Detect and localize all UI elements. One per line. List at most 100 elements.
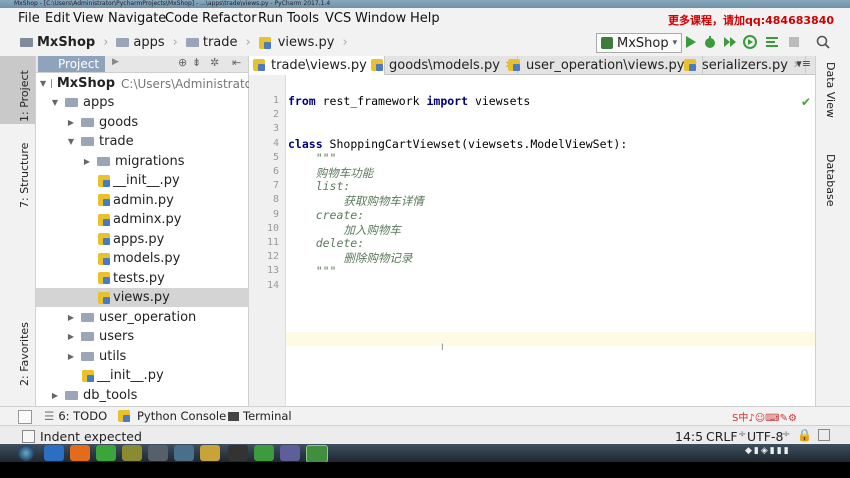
- tree-item[interactable]: ▶ utils: [36, 347, 278, 366]
- right-tool-strip: Data View Database: [815, 56, 850, 406]
- ime-toolbar-icon[interactable]: S中♪☺⌨✎⚙: [732, 409, 797, 424]
- project-tool-tab[interactable]: 1: Project: [18, 70, 31, 122]
- menu-view[interactable]: View: [73, 11, 104, 26]
- stop-icon[interactable]: [786, 34, 802, 50]
- menu-bar: File Edit View Navigate Code Refactor Ru…: [0, 8, 850, 30]
- event-log-icon[interactable]: [818, 429, 830, 441]
- start-button-icon[interactable]: [18, 445, 34, 461]
- collapse-icon[interactable]: ⇟: [192, 56, 201, 69]
- menu-window[interactable]: Window: [355, 11, 406, 26]
- menu-vcs[interactable]: VCS: [325, 11, 351, 26]
- data-view-tool-tab[interactable]: Data View: [824, 62, 837, 118]
- app-icon[interactable]: [280, 445, 300, 461]
- file-encoding[interactable]: UTF-8: [747, 429, 783, 444]
- expand-arrow-icon[interactable]: ▼: [50, 98, 60, 107]
- line-number: 7: [272, 180, 279, 192]
- menu-file[interactable]: File: [18, 11, 40, 26]
- folder-icon[interactable]: [200, 445, 220, 461]
- chrome-icon[interactable]: [96, 445, 116, 461]
- sync-icon[interactable]: ⊕: [178, 56, 187, 69]
- breadcrumb-project[interactable]: MxShop: [37, 35, 95, 50]
- tree-item[interactable]: ▶ user_operation: [36, 308, 278, 327]
- run-icon[interactable]: [682, 34, 698, 50]
- menu-tools[interactable]: Tools: [287, 11, 319, 26]
- chevron-right-icon: ›: [172, 35, 178, 50]
- expand-arrow-icon[interactable]: ▶: [82, 157, 92, 166]
- structure-tool-tab[interactable]: 7: Structure: [18, 143, 31, 208]
- editor-pane: trade\views.py ✕ goods\models.py ✕ user_…: [249, 56, 815, 406]
- terminal-tab[interactable]: Terminal: [228, 409, 292, 423]
- editor-tabs: trade\views.py ✕ goods\models.py ✕ user_…: [249, 56, 815, 76]
- profile-icon[interactable]: [742, 34, 758, 50]
- expand-arrow-icon[interactable]: ▶: [66, 332, 76, 341]
- app-icon[interactable]: [254, 445, 274, 461]
- editor-tab-serializers[interactable]: serializers.py ✕: [680, 56, 807, 74]
- tree-item[interactable]: ▶ users: [36, 327, 278, 346]
- app-icon[interactable]: [174, 445, 194, 461]
- tree-item[interactable]: ▶ db_tools: [36, 386, 262, 405]
- app-icon[interactable]: [148, 445, 168, 461]
- breadcrumb-trade[interactable]: trade: [203, 35, 238, 50]
- chevron-down-icon: ▾: [672, 38, 678, 48]
- python-file-icon: [98, 233, 110, 245]
- expand-arrow-icon[interactable]: ▶: [66, 352, 76, 361]
- app-icon[interactable]: [228, 445, 248, 461]
- menu-edit[interactable]: Edit: [45, 11, 70, 26]
- todo-tab[interactable]: ☰ 6: TODO: [44, 409, 107, 423]
- tree-root-name: MxShop: [56, 76, 116, 91]
- menu-refactor[interactable]: Refactor: [202, 11, 257, 26]
- menu-navigate[interactable]: Navigate: [108, 11, 166, 26]
- hide-icon[interactable]: ⇤: [232, 56, 241, 69]
- favorites-tool-tab[interactable]: 2: Favorites: [18, 322, 31, 386]
- code-line: from rest_framework import viewsets: [288, 94, 531, 108]
- tree-root[interactable]: ▼ MxShop C:\Users\Administrato: [36, 74, 252, 93]
- tree-item[interactable]: ▼ apps: [36, 93, 262, 112]
- toggle-tool-windows-icon[interactable]: [18, 410, 32, 424]
- line-number: 11: [266, 237, 279, 248]
- expand-arrow-icon[interactable]: ▶: [66, 118, 76, 127]
- app-icon[interactable]: [122, 445, 142, 461]
- pycharm-icon[interactable]: [306, 445, 328, 463]
- editor-tab-user-operation-views[interactable]: user_operation\views.py ✕: [504, 56, 703, 74]
- code-line: create:: [288, 207, 365, 222]
- tree-item-label: migrations: [115, 153, 185, 169]
- code-line: delete:: [288, 236, 365, 250]
- database-tool-tab[interactable]: Database: [824, 154, 837, 207]
- project-folder-icon: [20, 38, 33, 47]
- project-view-select[interactable]: Project: [38, 56, 106, 72]
- editor-tab-goods-models[interactable]: goods\models.py ✕: [367, 56, 519, 74]
- bottom-tool-tabs: ☰ 6: TODO Python Console Terminal S中♪☺⌨✎…: [0, 406, 850, 426]
- firefox-icon[interactable]: [70, 445, 90, 461]
- tree-item[interactable]: ▼ trade: [36, 132, 278, 151]
- ie-icon[interactable]: [44, 445, 64, 461]
- editor-tab-trade-views[interactable]: trade\views.py ✕: [249, 56, 386, 76]
- tree-item-label: apps: [83, 95, 115, 110]
- menu-run[interactable]: Run: [258, 11, 283, 26]
- tab-list-icon[interactable]: ▾≡: [796, 57, 811, 70]
- breadcrumb-apps[interactable]: apps: [133, 35, 164, 50]
- python-console-tab[interactable]: Python Console: [118, 409, 226, 423]
- lock-icon[interactable]: 🔒: [797, 428, 812, 442]
- breadcrumb-file[interactable]: views.py: [278, 35, 335, 50]
- menu-code[interactable]: Code: [165, 11, 198, 26]
- gear-icon[interactable]: ✲: [210, 56, 219, 69]
- tree-item[interactable]: ▶ goods: [36, 113, 278, 132]
- cursor-position[interactable]: 14:5: [675, 429, 703, 444]
- python-file-icon: [98, 194, 110, 206]
- menu-help[interactable]: Help: [410, 11, 440, 26]
- python-file-icon: [82, 369, 94, 382]
- concurrency-icon[interactable]: [764, 34, 780, 50]
- status-toggle-icon[interactable]: [22, 430, 35, 443]
- run-config-label: MxShop: [617, 35, 669, 51]
- coverage-icon[interactable]: [722, 34, 738, 50]
- code-line: list:: [288, 179, 351, 194]
- expand-arrow-icon[interactable]: ▼: [66, 137, 76, 146]
- line-separator[interactable]: CRLF: [706, 429, 738, 444]
- expand-arrow-icon[interactable]: ▶: [50, 391, 60, 400]
- line-number: 12: [266, 251, 279, 263]
- run-config-select[interactable]: MxShop ▾: [596, 33, 683, 53]
- debug-icon[interactable]: [702, 34, 718, 50]
- tree-item-label: __init__.py: [97, 368, 164, 383]
- search-icon[interactable]: [815, 34, 831, 50]
- expand-arrow-icon[interactable]: ▶: [66, 313, 76, 322]
